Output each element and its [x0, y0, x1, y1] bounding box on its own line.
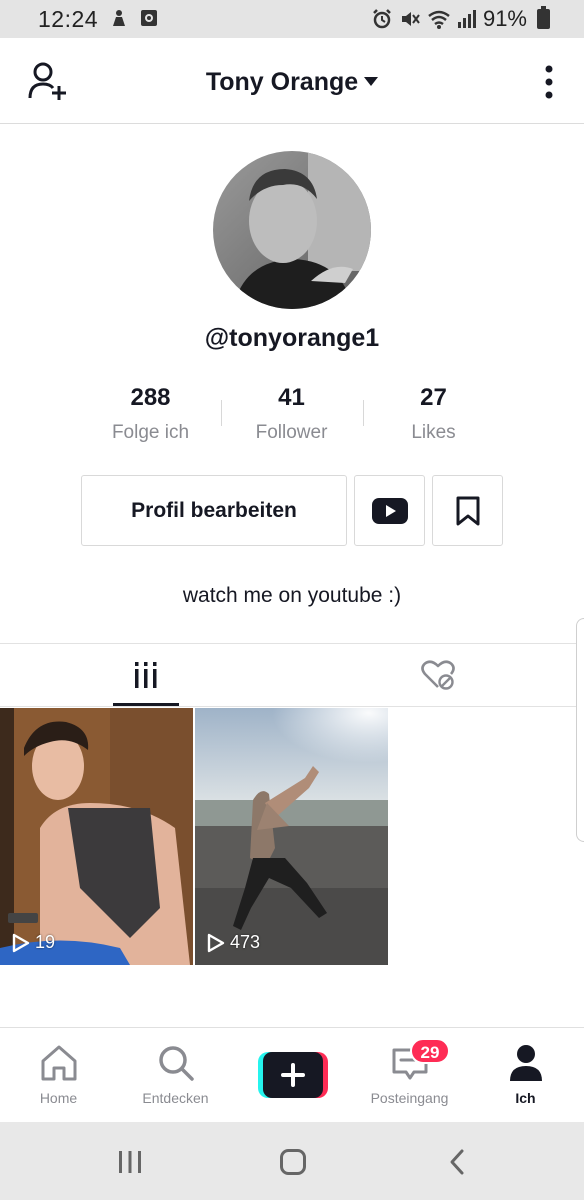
video-views: 473 — [207, 932, 260, 953]
recents-icon — [119, 1151, 141, 1173]
video-thumbnail[interactable]: 473 — [195, 708, 388, 965]
nav-home-label: Home — [39, 1090, 78, 1106]
nav-me[interactable]: Ich — [467, 1028, 584, 1123]
stat-following[interactable]: 288 Folge ich — [80, 384, 221, 444]
video-views-count: 19 — [35, 932, 56, 952]
stat-followers-count: 41 — [278, 384, 305, 411]
back-icon — [450, 1149, 464, 1175]
home-system-button[interactable] — [273, 1144, 313, 1180]
bottom-nav: Home Entdecken Posteingang 29 Ich — [0, 1027, 584, 1122]
profile-handle: @tonyorange1 — [204, 324, 380, 352]
avatar[interactable] — [213, 151, 371, 309]
system-nav-bar — [0, 1122, 584, 1200]
battery-percent: 91% — [482, 6, 527, 31]
nav-inbox-label: Posteingang — [370, 1090, 449, 1106]
status-time: 12:24 — [38, 6, 99, 32]
stat-likes[interactable]: 27 Likes — [363, 384, 504, 444]
nav-me-label: Ich — [515, 1090, 536, 1106]
play-icon — [207, 933, 225, 952]
heart-hidden-icon — [421, 660, 455, 690]
mute-icon — [401, 12, 420, 26]
youtube-icon — [371, 497, 408, 524]
video-views-count: 473 — [230, 932, 261, 952]
stat-likes-count: 27 — [420, 384, 447, 411]
status-bar: 12:24 91% — [0, 0, 584, 38]
home-icon — [41, 1045, 76, 1081]
recents-button[interactable] — [110, 1144, 150, 1180]
create-button[interactable] — [258, 1052, 328, 1098]
status-notification-icons — [110, 8, 158, 28]
caret-down-icon — [364, 76, 379, 86]
tab-liked[interactable] — [292, 644, 584, 706]
account-switcher[interactable]: Tony Orange — [0, 68, 584, 97]
bookmark-icon — [456, 496, 479, 525]
stat-followers-label: Follower — [255, 422, 328, 443]
battery-icon — [537, 6, 550, 29]
person-icon — [509, 1045, 542, 1081]
profile-header: Tony Orange — [0, 38, 584, 124]
stat-likes-label: Likes — [411, 422, 456, 443]
nav-discover-label: Entdecken — [142, 1090, 209, 1106]
stat-following-count: 288 — [130, 384, 171, 411]
video-views: 19 — [12, 932, 55, 953]
play-icon — [12, 933, 30, 952]
status-system-icons: 91% — [371, 6, 550, 32]
nav-discover[interactable]: Entdecken — [117, 1028, 234, 1123]
youtube-button[interactable] — [354, 475, 425, 546]
nav-home[interactable]: Home — [0, 1028, 117, 1123]
bookmark-button[interactable] — [432, 475, 503, 546]
app-notification-icon — [141, 10, 157, 26]
notification-icon — [113, 10, 125, 26]
wifi-icon — [428, 10, 450, 29]
stat-followers[interactable]: 41 Follower — [221, 384, 362, 444]
more-vertical-icon[interactable] — [542, 64, 556, 100]
nav-inbox[interactable]: Posteingang — [351, 1028, 468, 1123]
page-title: Tony Orange — [205, 68, 359, 96]
search-icon — [158, 1046, 194, 1081]
profile-bio: watch me on youtube :) — [182, 584, 402, 607]
tab-videos[interactable] — [0, 644, 292, 706]
divider — [0, 706, 584, 707]
stat-following-label: Folge ich — [111, 422, 190, 443]
back-button[interactable] — [437, 1144, 477, 1180]
inbox-badge: 29 — [410, 1038, 450, 1064]
edge-panel-handle[interactable] — [576, 618, 584, 842]
alarm-icon — [373, 9, 391, 29]
video-thumbnail[interactable]: 19 — [0, 708, 193, 965]
profile-stats: 288 Folge ich 41 Follower 27 Likes — [80, 384, 504, 448]
edit-profile-button[interactable]: Profil bearbeiten — [81, 475, 347, 546]
home-square-icon — [280, 1149, 306, 1175]
grid-bars-icon — [135, 662, 157, 688]
signal-icon — [457, 10, 476, 28]
